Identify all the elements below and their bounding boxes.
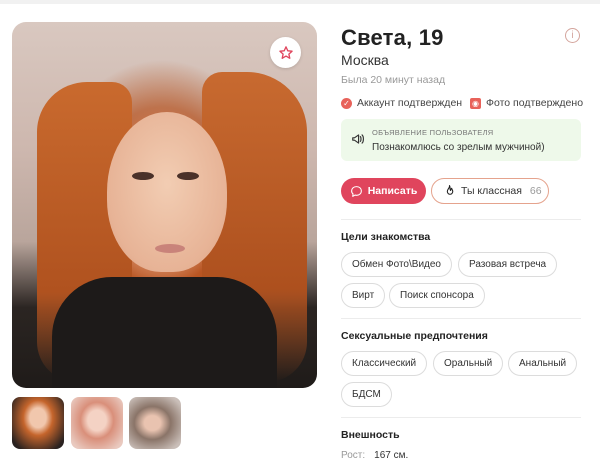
- divider: [341, 318, 581, 319]
- camera-icon: ◉: [470, 97, 481, 109]
- verified-photo-badge: ◉ Фото подтверждено: [470, 97, 583, 109]
- goal-chip: Обмен Фото\Видео: [341, 252, 452, 277]
- user-ad-title: объявление пользователя: [372, 128, 494, 137]
- last-seen: Была 20 минут назад: [341, 74, 446, 86]
- flame-icon: [446, 185, 454, 195]
- compliment-label: Ты классная: [461, 185, 522, 197]
- compliment-button[interactable]: Ты классная 66: [431, 178, 549, 204]
- preferences-title: Сексуальные предпочтения: [341, 330, 488, 342]
- check-circle-icon: ✓: [341, 97, 352, 109]
- preference-chip: Классический: [341, 351, 428, 376]
- divider: [341, 219, 581, 220]
- appearance-title: Внешность: [341, 429, 400, 441]
- top-border: [0, 0, 600, 4]
- compliment-count: 66: [529, 185, 542, 197]
- user-ad-text: Познакомлюсь со зрелым мужчиной): [372, 142, 545, 153]
- profile-name-age: Света, 19: [341, 25, 444, 50]
- star-icon: [278, 45, 293, 59]
- height-label: Рост:: [341, 450, 366, 461]
- verified-account-badge: ✓ Аккаунт подтвержден: [341, 97, 462, 109]
- profile-city: Москва: [341, 52, 389, 68]
- verified-account-label: Аккаунт подтвержден: [357, 97, 463, 109]
- photo-eye-right: [177, 172, 199, 180]
- write-message-label: Написать: [367, 185, 418, 197]
- divider: [341, 417, 581, 418]
- main-photo[interactable]: [12, 22, 317, 388]
- height-value: 167 см.: [374, 450, 409, 461]
- height-row: Рост: 167 см.: [341, 450, 408, 461]
- photo-mouth: [155, 244, 185, 253]
- photo-shirt: [52, 277, 277, 388]
- goal-chip: Разовая встреча: [458, 252, 558, 277]
- write-message-button[interactable]: Написать: [341, 178, 426, 204]
- goal-chip: Поиск спонсора: [389, 283, 485, 308]
- preference-chip: Оральный: [433, 351, 504, 376]
- goal-chip: Вирт: [341, 283, 386, 308]
- verified-photo-label: Фото подтверждено: [486, 97, 584, 109]
- photo-eye-left: [132, 172, 154, 180]
- info-icon[interactable]: i: [565, 28, 580, 43]
- megaphone-icon: [352, 134, 364, 144]
- photo-thumbnail-1[interactable]: [12, 397, 64, 449]
- chat-bubble-icon: [350, 185, 362, 197]
- favorite-button[interactable]: [270, 37, 301, 68]
- preference-chip: Анальный: [508, 351, 578, 376]
- photo-thumbnail-2[interactable]: [71, 397, 123, 449]
- photo-thumbnail-3[interactable]: [129, 397, 181, 449]
- user-ad-box: объявление пользователя Познакомлюсь со …: [341, 119, 581, 161]
- preference-chip: БДСМ: [341, 382, 392, 407]
- goals-title: Цели знакомства: [341, 231, 431, 243]
